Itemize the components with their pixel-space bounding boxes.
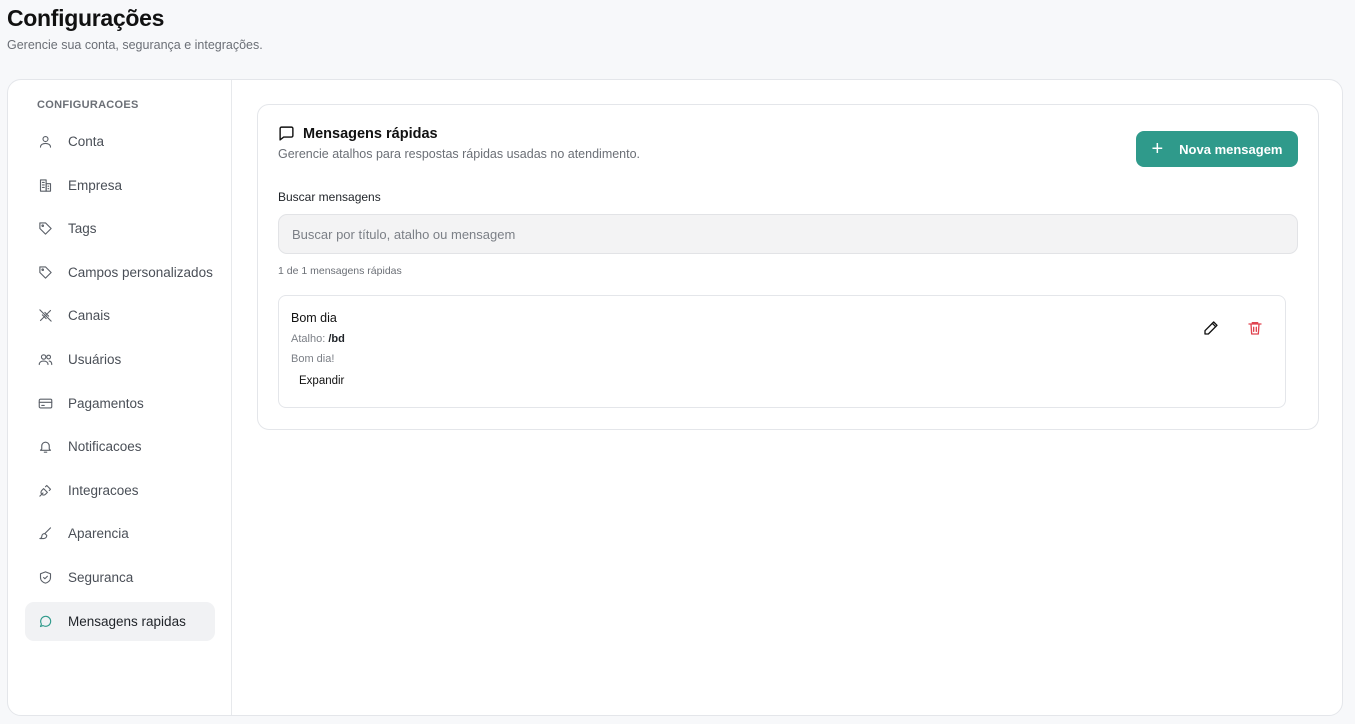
sidebar-item-label: Empresa xyxy=(68,177,123,193)
sidebar-item-label: Tags xyxy=(68,221,97,237)
sidebar-nav: Conta Empresa Tags Campos personalizados xyxy=(25,122,215,645)
results-count: 1 de 1 mensagens rápidas xyxy=(278,265,402,277)
quick-message-item: Bom dia Atalho: /bd Bom dia! Expandir xyxy=(278,295,1286,408)
search-input[interactable] xyxy=(278,214,1298,254)
trash-icon xyxy=(1248,322,1262,335)
settings-content: Mensagens rápidas Gerencie atalhos para … xyxy=(232,80,1342,715)
card-header: Mensagens rápidas xyxy=(278,125,438,142)
page-header: Configurações Gerencie sua conta, segura… xyxy=(7,4,263,52)
sidebar-item-label: Conta xyxy=(68,134,105,149)
sidebar-item-mensagens-rapidas[interactable]: Mensagens rapidas xyxy=(25,601,215,641)
brush-icon xyxy=(36,525,54,543)
message-shortcut: Atalho: /bd xyxy=(291,333,345,345)
sidebar-item-conta[interactable]: Conta xyxy=(25,122,215,161)
sidebar-item-usuarios[interactable]: Usuários xyxy=(25,340,215,379)
plug-icon xyxy=(36,481,54,499)
page-title: Configurações xyxy=(7,5,165,31)
card-title: Mensagens rápidas xyxy=(303,125,438,142)
sidebar-item-label: Campos personalizados xyxy=(68,264,213,280)
users-icon xyxy=(36,350,54,368)
tag-icon xyxy=(36,220,54,238)
pencil-icon xyxy=(1204,321,1218,335)
search-label: Buscar mensagens xyxy=(278,190,381,204)
sidebar-item-seguranca[interactable]: Seguranca xyxy=(25,558,215,597)
sidebar-item-aparencia[interactable]: Aparencia xyxy=(25,514,215,553)
shortcut-label: Atalho: xyxy=(291,333,326,345)
sidebar-item-label: Aparencia xyxy=(68,526,129,542)
message-square-icon xyxy=(279,126,294,141)
sidebar-item-label: Canais xyxy=(68,308,111,324)
page-subtitle: Gerencie sua conta, segurança e integraç… xyxy=(7,38,263,52)
sidebar-item-empresa[interactable]: Empresa xyxy=(25,166,215,205)
credit-card-icon xyxy=(36,394,54,412)
new-message-button-label: Nova mensagem xyxy=(1179,141,1283,157)
quick-messages-card: Mensagens rápidas Gerencie atalhos para … xyxy=(257,104,1319,430)
sidebar-item-integracoes[interactable]: Integracoes xyxy=(25,471,215,510)
sidebar-item-label: Mensagens rapidas xyxy=(68,613,186,629)
bell-icon xyxy=(36,438,54,456)
settings-sidebar: CONFIGURACOES Conta Empresa Tags Campos … xyxy=(8,80,232,715)
sidebar-item-campos-personalizados[interactable]: Campos personalizados xyxy=(25,253,215,292)
unplug-icon xyxy=(36,307,54,325)
user-icon xyxy=(36,133,54,151)
settings-panel: CONFIGURACOES Conta Empresa Tags Campos … xyxy=(7,79,1343,716)
sidebar-item-label: Integracoes xyxy=(68,482,139,498)
new-message-button[interactable]: + Nova mensagem xyxy=(1136,131,1298,167)
shortcut-value: /bd xyxy=(328,333,345,345)
sidebar-heading: CONFIGURACOES xyxy=(37,99,139,111)
plus-icon: + xyxy=(1151,138,1164,160)
shield-icon xyxy=(36,568,54,586)
card-description: Gerencie atalhos para respostas rápidas … xyxy=(278,147,641,161)
sidebar-item-label: Notificacoes xyxy=(68,439,142,455)
edit-button[interactable] xyxy=(1197,314,1225,342)
sidebar-item-label: Seguranca xyxy=(68,569,134,585)
message-title: Bom dia xyxy=(291,311,337,325)
building-icon xyxy=(36,176,54,194)
message-circle-icon xyxy=(36,612,54,630)
message-body: Bom dia! xyxy=(291,353,335,365)
sidebar-item-label: Pagamentos xyxy=(68,395,144,411)
sidebar-item-label: Usuários xyxy=(68,351,122,367)
sidebar-item-pagamentos[interactable]: Pagamentos xyxy=(25,384,215,423)
sidebar-item-notificacoes[interactable]: Notificacoes xyxy=(25,427,215,466)
sidebar-item-tags[interactable]: Tags xyxy=(25,209,215,248)
expand-button[interactable]: Expandir xyxy=(293,373,350,389)
delete-button[interactable] xyxy=(1241,314,1269,342)
tag-icon xyxy=(36,263,54,281)
sidebar-item-canais[interactable]: Canais xyxy=(25,296,215,335)
